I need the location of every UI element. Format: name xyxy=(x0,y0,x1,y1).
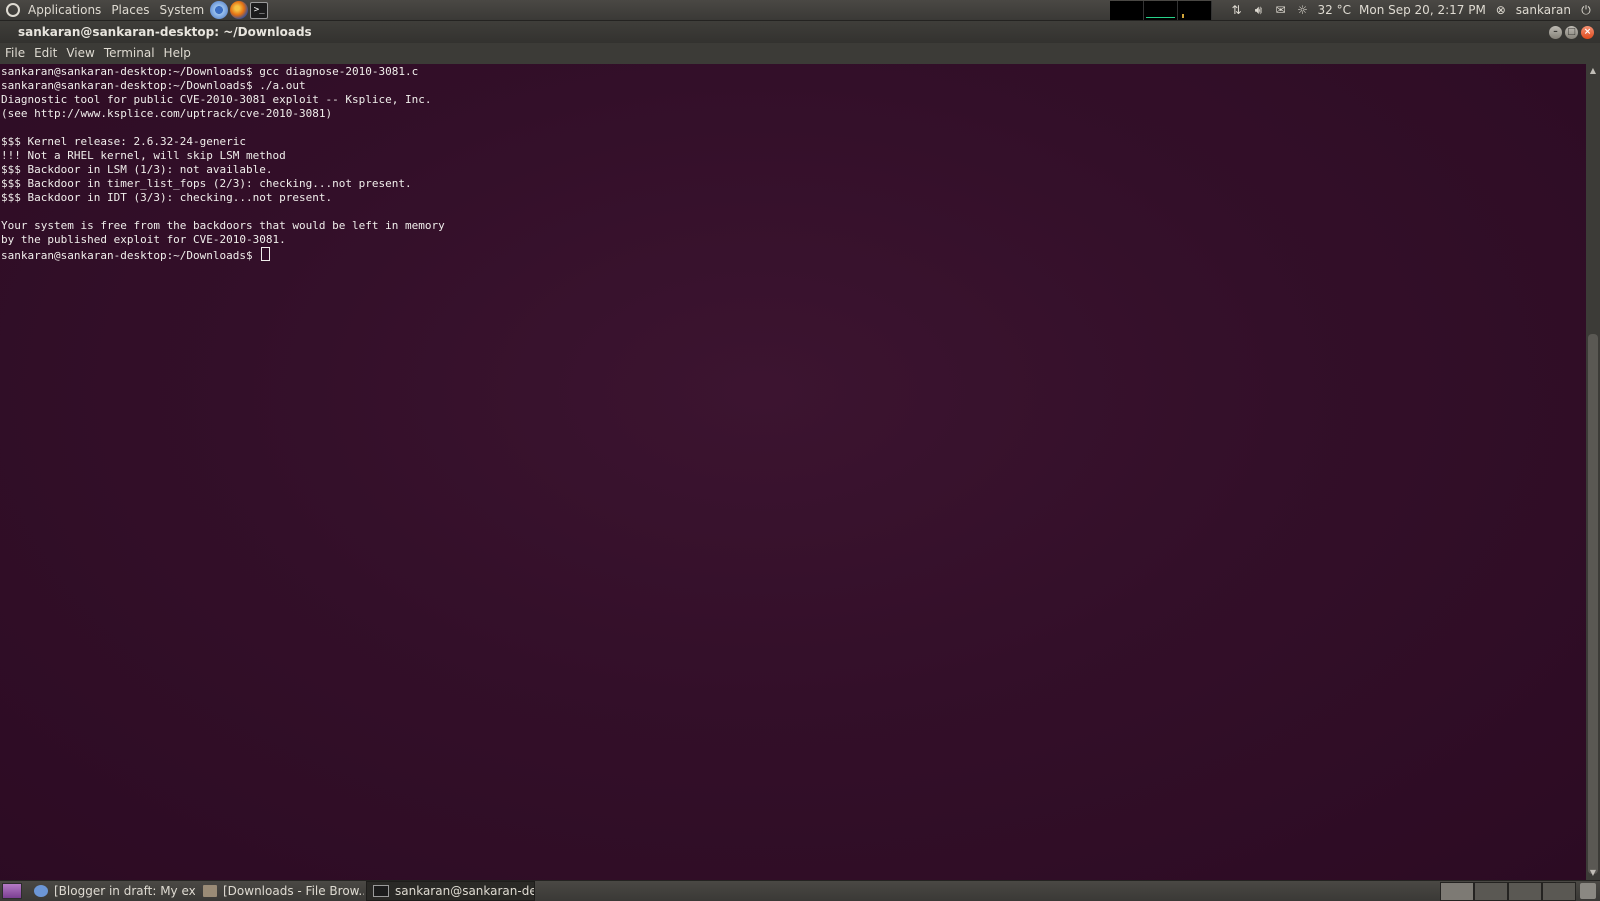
applications-menu[interactable]: Applications xyxy=(23,0,106,20)
menu-view[interactable]: View xyxy=(62,43,98,64)
browser-icon xyxy=(34,885,48,897)
clock[interactable]: Mon Sep 20, 2:17 PM xyxy=(1355,0,1490,20)
ubuntu-logo-icon[interactable] xyxy=(6,3,20,17)
memory-graph xyxy=(1143,0,1178,20)
terminal-menubar: File Edit View Terminal Help xyxy=(0,43,1600,64)
user-status-icon[interactable]: ⊗ xyxy=(1493,2,1509,18)
bottom-panel: [Blogger in draft: My ex... [Downloads -… xyxy=(0,880,1600,901)
menu-terminal[interactable]: Terminal xyxy=(100,43,159,64)
workspace-4[interactable] xyxy=(1542,881,1576,901)
terminal-line: $$$ Backdoor in LSM (1/3): not available… xyxy=(1,163,273,176)
terminal-line: !!! Not a RHEL kernel, will skip LSM met… xyxy=(1,149,286,162)
menu-file[interactable]: File xyxy=(1,43,29,64)
terminal-line: Your system is free from the backdoors t… xyxy=(1,219,445,232)
taskbar-item-terminal[interactable]: sankaran@sankaran-de... xyxy=(366,881,535,901)
system-monitor-applet[interactable] xyxy=(1109,0,1212,20)
workspace-switcher[interactable] xyxy=(1440,881,1576,901)
terminal-line: Diagnostic tool for public CVE-2010-3081… xyxy=(1,93,432,106)
taskbar-item-file-browser[interactable]: [Downloads - File Brow... xyxy=(197,882,364,900)
scrollbar-thumb[interactable] xyxy=(1588,334,1598,874)
weather-sun-icon[interactable]: ☼ xyxy=(1295,2,1311,18)
system-menu[interactable]: System xyxy=(154,0,209,20)
terminal-icon xyxy=(373,885,389,897)
workspace-3[interactable] xyxy=(1508,881,1542,901)
terminal-prompt-line[interactable]: sankaran@sankaran-desktop:~/Downloads$ xyxy=(0,247,1586,262)
minimize-button[interactable]: – xyxy=(1549,25,1562,39)
taskbar-item-label: [Blogger in draft: My ex... xyxy=(54,884,195,898)
menu-edit[interactable]: Edit xyxy=(30,43,61,64)
network-arrows-icon[interactable]: ⇅ xyxy=(1229,2,1245,18)
workspace-1[interactable] xyxy=(1440,881,1474,901)
places-menu[interactable]: Places xyxy=(106,0,154,20)
taskbar-item-label: [Downloads - File Brow... xyxy=(223,884,364,898)
terminal-line: $$$ Backdoor in IDT (3/3): checking...no… xyxy=(1,191,333,204)
workspace-2[interactable] xyxy=(1474,881,1508,901)
chromium-launcher-icon[interactable] xyxy=(210,1,229,19)
weather-temperature[interactable]: 32 °C xyxy=(1314,0,1355,20)
user-menu[interactable]: sankaran xyxy=(1512,0,1575,20)
terminal-line: sankaran@sankaran-desktop:~/Downloads$ .… xyxy=(1,79,306,92)
network-graph xyxy=(1177,0,1212,20)
terminal-line: $$$ Backdoor in timer_list_fops (2/3): c… xyxy=(1,177,412,190)
power-icon[interactable]: ⏻ xyxy=(1578,2,1594,18)
top-panel: Applications Places System >_ ⇅ 🔊︎ ✉ ☼ 3… xyxy=(0,0,1600,21)
taskbar-item-label: sankaran@sankaran-de... xyxy=(395,884,535,898)
volume-icon[interactable]: 🔊︎ xyxy=(1251,2,1267,18)
terminal-line: by the published exploit for CVE-2010-30… xyxy=(1,233,286,246)
text-cursor xyxy=(261,247,271,261)
firefox-launcher-icon[interactable] xyxy=(230,1,249,19)
close-button[interactable]: × xyxy=(1581,25,1594,39)
terminal-prompt: sankaran@sankaran-desktop:~/Downloads$ xyxy=(1,249,260,262)
terminal-launcher-icon[interactable]: >_ xyxy=(250,1,269,19)
folder-icon xyxy=(203,885,217,897)
mail-icon[interactable]: ✉ xyxy=(1273,2,1289,18)
terminal-scrollbar[interactable]: ▲ ▼ xyxy=(1586,64,1600,880)
terminal-output[interactable]: sankaran@sankaran-desktop:~/Downloads$ g… xyxy=(0,64,1586,880)
trash-icon[interactable] xyxy=(1580,883,1596,899)
terminal-line: (see http://www.ksplice.com/uptrack/cve-… xyxy=(1,107,333,120)
scroll-up-arrow-icon[interactable]: ▲ xyxy=(1588,66,1598,76)
maximize-button[interactable]: □ xyxy=(1565,25,1578,39)
scroll-down-arrow-icon[interactable]: ▼ xyxy=(1588,868,1598,878)
window-title: sankaran@sankaran-desktop: ~/Downloads xyxy=(18,25,312,39)
menu-help[interactable]: Help xyxy=(160,43,195,64)
window-titlebar[interactable]: sankaran@sankaran-desktop: ~/Downloads –… xyxy=(0,21,1600,43)
terminal-line: $$$ Kernel release: 2.6.32-24-generic xyxy=(1,135,247,148)
taskbar-item-blogger[interactable]: [Blogger in draft: My ex... xyxy=(28,882,195,900)
show-desktop-button[interactable] xyxy=(2,883,22,899)
cpu-graph xyxy=(1109,0,1144,20)
terminal-line: sankaran@sankaran-desktop:~/Downloads$ g… xyxy=(1,65,419,78)
